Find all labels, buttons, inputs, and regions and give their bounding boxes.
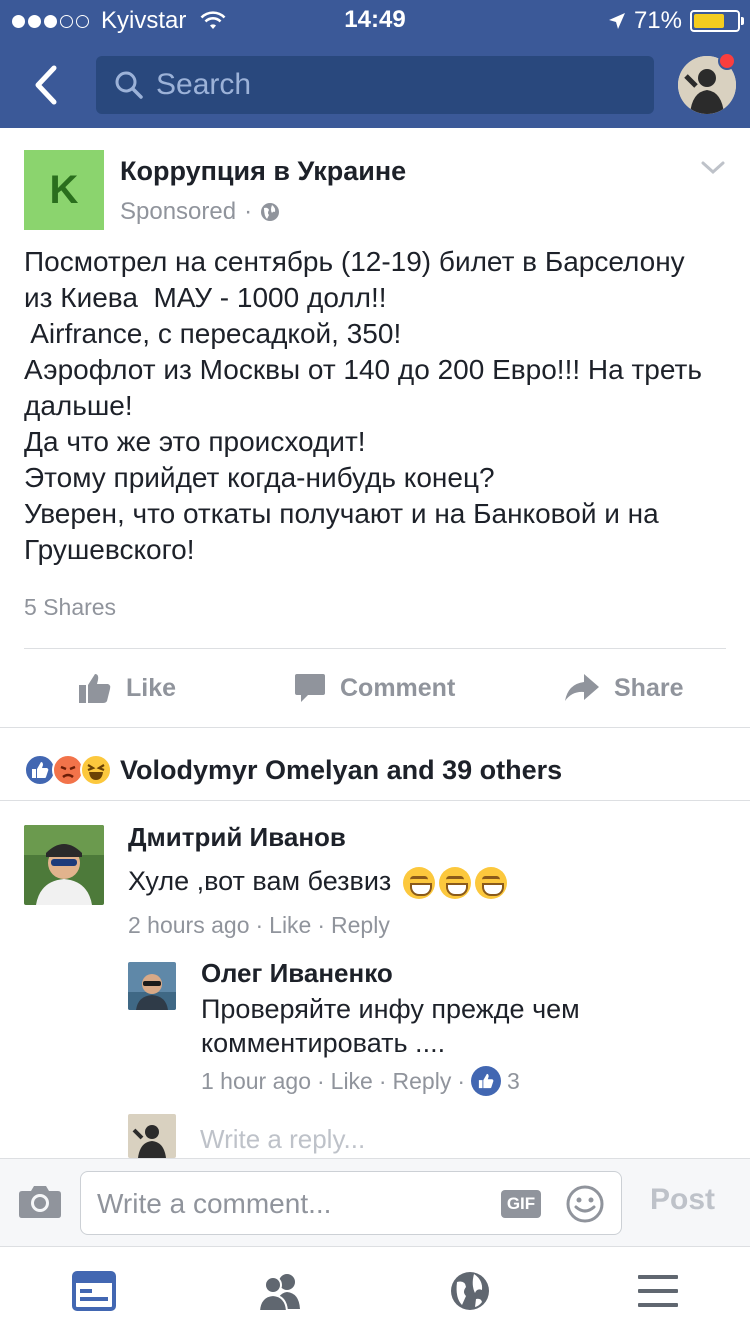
grinning-emoji-icon bbox=[402, 866, 435, 899]
comment-text-row: Хуле ,вот вам безвиз bbox=[128, 864, 507, 899]
comment-text: Хуле ,вот вам безвиз bbox=[128, 866, 392, 896]
grinning-emoji-icon bbox=[438, 866, 471, 899]
share-arrow-icon bbox=[565, 674, 599, 701]
comment-box: GIF bbox=[80, 1171, 622, 1235]
like-count-icon bbox=[471, 1066, 502, 1096]
comment-button[interactable]: Comment bbox=[294, 660, 455, 716]
sponsored-label: Sponsored bbox=[120, 198, 237, 225]
like-label: Like bbox=[126, 673, 177, 702]
page-logo[interactable]: K bbox=[24, 150, 104, 230]
post-text-line: из Киева МАУ - 1000 долл!! bbox=[24, 282, 387, 313]
reply-input[interactable] bbox=[200, 1124, 700, 1155]
reply-time: 1 hour ago bbox=[201, 1067, 311, 1094]
post-text-line: Airfrance, с пересадкой, 350! bbox=[24, 318, 402, 349]
dot-separator: · bbox=[316, 1067, 325, 1094]
post-text-line: Аэрофлот из Москвы от 140 до 200 Евро!!!… bbox=[24, 354, 702, 385]
news-feed-icon[interactable] bbox=[70, 1269, 118, 1313]
back-chevron-icon[interactable] bbox=[28, 62, 68, 108]
comment-composer: GIF Post bbox=[0, 1158, 750, 1246]
dot-separator: · bbox=[378, 1067, 387, 1094]
smiley-icon[interactable] bbox=[565, 1184, 605, 1224]
dot-separator: · bbox=[457, 1067, 466, 1094]
dot-separator: · bbox=[317, 912, 326, 938]
notification-badge bbox=[718, 52, 736, 70]
search-icon bbox=[115, 71, 143, 99]
sponsored-line: Sponsored · bbox=[120, 198, 280, 226]
location-arrow-icon bbox=[608, 13, 625, 29]
post-text-line: Да что же это происходит! bbox=[24, 426, 366, 457]
reactions-text: Volodymyr Omelyan and 39 others bbox=[120, 754, 563, 785]
comment-meta: 2 hours ago · Like · Reply bbox=[128, 912, 390, 939]
post-text-line: Грушевского! bbox=[24, 534, 195, 565]
status-bar: Kyivstar 14:49 71% bbox=[0, 0, 750, 40]
globe-icon bbox=[261, 203, 280, 221]
search-bar[interactable] bbox=[96, 56, 654, 114]
top-bar: Kyivstar 14:49 71% bbox=[0, 0, 750, 128]
avatar-image bbox=[24, 825, 104, 905]
post-text-line: Посмотрел на сентябрь (12-19) билет в Ба… bbox=[24, 246, 685, 277]
globe-icon[interactable] bbox=[446, 1269, 494, 1313]
post-text-line: Этому прийдет когда-нибудь конец? bbox=[24, 462, 495, 493]
comment-time: 2 hours ago bbox=[128, 912, 250, 938]
battery-fill bbox=[694, 14, 724, 28]
comment-input[interactable] bbox=[97, 1184, 487, 1224]
page-name[interactable]: Коррупция в Украине bbox=[120, 156, 406, 187]
reply-author[interactable]: Олег Иваненко bbox=[201, 958, 393, 989]
commenter-avatar[interactable] bbox=[24, 825, 104, 905]
friends-icon[interactable] bbox=[256, 1269, 304, 1313]
grinning-emoji-icon bbox=[474, 866, 507, 899]
avatar-image bbox=[128, 1114, 176, 1158]
replier-avatar[interactable] bbox=[128, 962, 176, 1010]
comment-like-link[interactable]: Like bbox=[269, 912, 311, 939]
haha-reaction-icon bbox=[80, 754, 112, 786]
post-button[interactable]: Post bbox=[650, 1183, 715, 1217]
post-text-line: дальше! bbox=[24, 390, 133, 421]
divider bbox=[24, 648, 726, 649]
thumbs-up-icon bbox=[79, 674, 111, 703]
reply-text-line: комментировать .... bbox=[201, 1028, 446, 1058]
dot-separator: · bbox=[255, 912, 264, 938]
reply-like-count[interactable]: 3 bbox=[507, 1068, 520, 1095]
search-input[interactable] bbox=[156, 68, 626, 102]
reply-reply-link[interactable]: Reply bbox=[393, 1068, 452, 1095]
gif-button[interactable]: GIF bbox=[501, 1190, 541, 1218]
divider bbox=[0, 727, 750, 728]
battery-icon bbox=[690, 10, 744, 32]
post-actions: Like Comment Share bbox=[0, 660, 750, 716]
camera-icon[interactable] bbox=[18, 1183, 62, 1219]
share-label: Share bbox=[614, 673, 684, 702]
comment-label: Comment bbox=[340, 673, 456, 702]
comment-reply-link[interactable]: Reply bbox=[331, 912, 390, 939]
reply-meta: 1 hour ago · Like · Reply · 3 bbox=[201, 1066, 520, 1096]
post-text-line: Уверен, что откаты получают и на Банково… bbox=[24, 498, 659, 529]
like-button[interactable]: Like bbox=[78, 660, 176, 716]
post-options-chevron-icon[interactable] bbox=[700, 158, 726, 178]
share-button[interactable]: Share bbox=[564, 660, 683, 716]
divider bbox=[0, 800, 750, 801]
dot-separator: · bbox=[244, 198, 253, 225]
comment-author[interactable]: Дмитрий Иванов bbox=[128, 822, 346, 853]
reply-text: Проверяйте инфу прежде чем комментироват… bbox=[201, 992, 580, 1060]
reply-text-line: Проверяйте инфу прежде чем bbox=[201, 994, 580, 1024]
status-right: 71% bbox=[608, 7, 744, 35]
post-body: Посмотрел на сентябрь (12-19) билет в Ба… bbox=[24, 244, 734, 568]
battery-percent: 71% bbox=[633, 7, 682, 34]
comment-bubble-icon bbox=[295, 674, 325, 702]
tab-bar bbox=[0, 1246, 750, 1334]
menu-icon[interactable] bbox=[634, 1269, 682, 1313]
shares-count[interactable]: 5 Shares bbox=[24, 594, 116, 621]
reactions-summary[interactable]: Volodymyr Omelyan and 39 others bbox=[24, 752, 562, 788]
reply-like-link[interactable]: Like bbox=[331, 1068, 373, 1095]
avatar-image bbox=[128, 962, 176, 1010]
own-avatar-small bbox=[128, 1114, 176, 1158]
